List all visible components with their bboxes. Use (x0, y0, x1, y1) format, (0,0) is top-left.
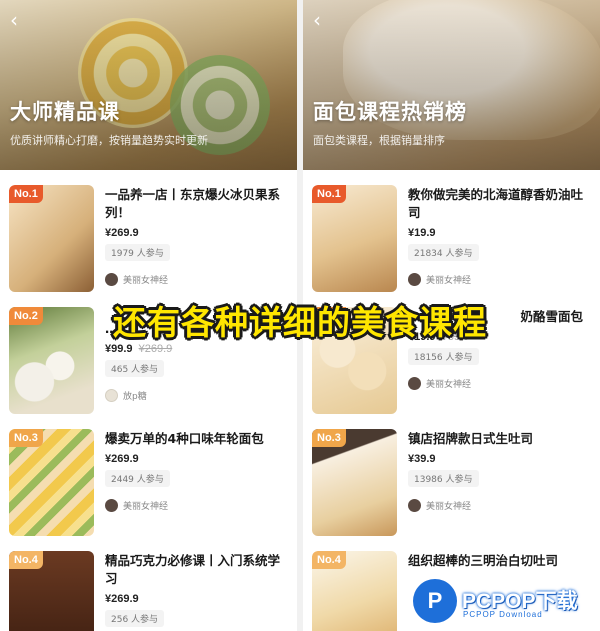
back-icon[interactable]: ‹ (10, 10, 18, 30)
author-row: 美丽女神经 (408, 499, 593, 512)
page-subtitle: 优质讲师精心打磨，按销量趋势实时更新 (10, 134, 208, 147)
price-row: ¥269.9 (105, 453, 290, 465)
course-title: 爆卖万单的4种口味年轮面包 (105, 431, 264, 446)
pcpop-logo-icon: P (413, 579, 457, 623)
page-subtitle: 面包类课程，根据销量排序 (313, 134, 445, 147)
course-list: No.1 一品养一店丨东京爆火冰贝果系列！ ¥269.9 1979 人参与 美丽… (0, 170, 297, 631)
avatar (408, 499, 421, 512)
course-title: 精品巧克力必修课丨入门系统学习 (105, 553, 281, 586)
participant-count: 21834 人参与 (408, 244, 479, 261)
promo-caption: 还有各种详细的美食课程 (113, 303, 487, 342)
rank-badge: No.1 (312, 185, 346, 203)
author-name: 美丽女神经 (426, 276, 472, 286)
site-watermark: P PCPOP下载 PCPOP Download (413, 577, 598, 627)
author-name: 美丽女神经 (426, 502, 472, 512)
price-row: ¥39.9 (408, 453, 593, 465)
course-thumbnail: No.1 (312, 185, 397, 292)
author-row: 美丽女神经 (105, 499, 290, 512)
author-row: 美丽女神经 (408, 273, 593, 286)
participant-count: 18156 人参与 (408, 348, 479, 365)
participant-count: 2449 人参与 (105, 470, 170, 487)
course-thumbnail: No.4 (9, 551, 94, 631)
rank-badge: No.3 (9, 429, 43, 447)
left-hero-banner: ‹ 大师精品课 优质讲师精心打磨，按销量趋势实时更新 (0, 0, 297, 170)
author-row: 美丽女神经 (105, 273, 290, 286)
course-thumbnail: No.1 (9, 185, 94, 292)
course-title: 一品养一店丨东京爆火冰贝果系列！ (105, 187, 281, 220)
course-price: ¥269.9 (105, 593, 139, 605)
avatar (105, 499, 118, 512)
course-price: ¥269.9 (105, 453, 139, 465)
price-row: ¥269.9 (105, 593, 290, 605)
author-row: 放p糖 (105, 389, 290, 402)
rank-badge: No.4 (312, 551, 346, 569)
price-row: ¥269.9 (105, 227, 290, 239)
participant-count: 256 人参与 (105, 610, 165, 627)
original-price: ¥269.9 (138, 343, 173, 355)
author-name: 美丽女神经 (426, 380, 472, 390)
course-title: 组织超棒的三明治白切吐司 (408, 553, 559, 568)
course-card[interactable]: No.3 镇店招牌款日式生吐司 ¥39.9 13986 人参与 美丽女神经 (303, 414, 600, 536)
participant-count: 1979 人参与 (105, 244, 170, 261)
rank-badge: No.3 (312, 429, 346, 447)
course-title: 教你做完美的北海道醇香奶油吐司 (408, 187, 584, 220)
course-title: 镇店招牌款日式生吐司 (408, 431, 534, 446)
back-icon[interactable]: ‹ (313, 10, 321, 30)
course-card[interactable]: No.1 一品养一店丨东京爆火冰贝果系列！ ¥269.9 1979 人参与 美丽… (0, 170, 297, 292)
course-thumbnail: No.3 (312, 429, 397, 536)
course-card[interactable]: No.4 精品巧克力必修课丨入门系统学习 ¥269.9 256 人参与 (0, 536, 297, 631)
course-price: ¥39.9 (408, 453, 436, 465)
course-card[interactable]: No.1 教你做完美的北海道醇香奶油吐司 ¥19.9 21834 人参与 美丽女… (303, 170, 600, 292)
price-row: ¥19.9 (408, 227, 593, 239)
course-price: ¥269.9 (105, 227, 139, 239)
avatar (105, 389, 118, 402)
rank-badge: No.4 (9, 551, 43, 569)
course-thumbnail: No.3 (9, 429, 94, 536)
rank-badge: No.1 (9, 185, 43, 203)
course-thumbnail: No.4 (312, 551, 397, 631)
participant-count: 465 人参与 (105, 360, 165, 377)
author-name: 美丽女神经 (123, 502, 169, 512)
course-list: No.1 教你做完美的北海道醇香奶油吐司 ¥19.9 21834 人参与 美丽女… (303, 170, 600, 631)
author-row: 美丽女神经 (408, 377, 593, 390)
avatar (408, 377, 421, 390)
price-row: ¥99.9 ¥269.9 (105, 343, 290, 355)
author-name: 美丽女神经 (123, 276, 169, 286)
watermark-subtext: PCPOP Download (463, 610, 543, 619)
page-title: 大师精品课 (10, 100, 120, 124)
avatar (408, 273, 421, 286)
right-hero-banner: ‹ 面包课程热销榜 面包类课程，根据销量排序 (303, 0, 600, 170)
course-price: ¥99.9 (105, 343, 133, 355)
participant-count: 13986 人参与 (408, 470, 479, 487)
course-price: ¥19.9 (408, 227, 436, 239)
course-card[interactable]: No.3 爆卖万单的4种口味年轮面包 ¥269.9 2449 人参与 美丽女神经 (0, 414, 297, 536)
avatar (105, 273, 118, 286)
page-title: 面包课程热销榜 (313, 100, 467, 124)
author-name: 放p糖 (123, 392, 147, 402)
